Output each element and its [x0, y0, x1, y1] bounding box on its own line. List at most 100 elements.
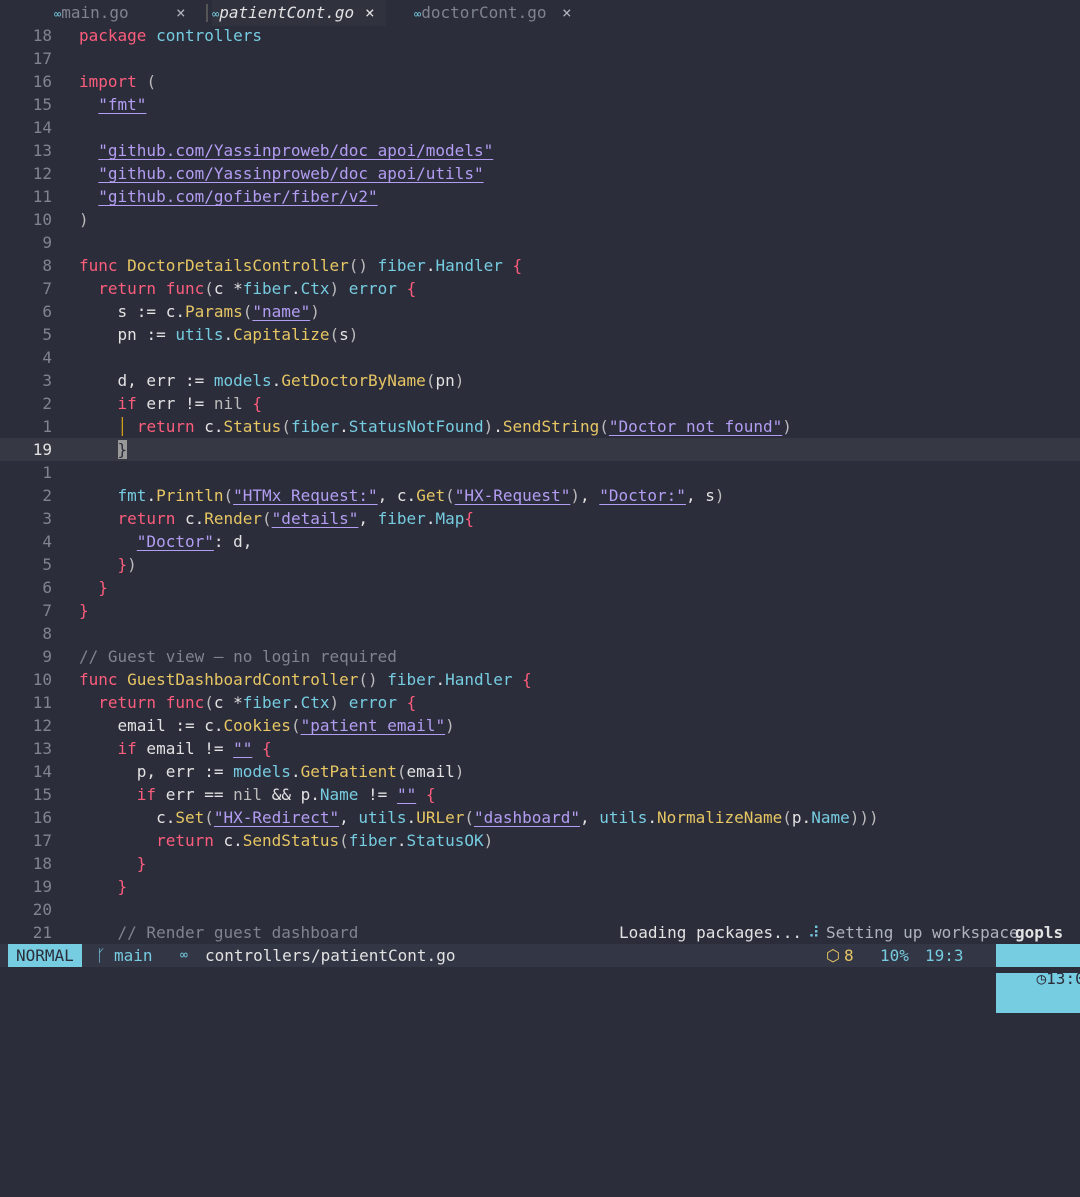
code-line: 4 "Doctor": d,	[0, 530, 1080, 553]
mode-indicator: NORMAL	[8, 944, 82, 967]
line-number: 8	[42, 624, 52, 643]
line-number: 15	[32, 95, 52, 114]
code-line: 5 pn := utils.Capitalize(s)	[0, 323, 1080, 346]
code-line: 11 "github.com/gofiber/fiber/v2"	[0, 185, 1080, 208]
code-line: 3 return c.Render("details", fiber.Map{	[0, 507, 1080, 530]
line-number: 6	[42, 302, 52, 321]
tab-separator	[206, 4, 208, 22]
line-number: 6	[42, 578, 52, 597]
line-number: 17	[32, 831, 52, 850]
line-number: 10	[32, 670, 52, 689]
line-number: 12	[32, 716, 52, 735]
code-text: package controllers	[79, 26, 263, 45]
line-number: 9	[42, 647, 52, 666]
lsp-server-name: gopls	[1015, 923, 1064, 942]
tab-label: doctorCont.go	[421, 3, 547, 22]
git-branch: main	[114, 946, 153, 965]
code-text: email := c.Cookies("patient_email")	[79, 716, 455, 735]
line-number: 20	[32, 900, 52, 919]
code-line: 5 })	[0, 553, 1080, 576]
code-editor[interactable]: 18 package controllers 17 16 import ( 15 "…	[0, 24, 1080, 944]
cursor-position: 19:3	[925, 946, 964, 965]
code-text: }	[117, 877, 128, 896]
line-number: 11	[32, 693, 52, 712]
code-line: 17	[0, 47, 1080, 70]
tabline: ∞main.go × ∞patientCont.go × ∞doctorCont…	[0, 0, 1080, 26]
code-text: // Guest view — no login required	[79, 647, 397, 666]
code-text: }	[79, 438, 128, 461]
code-line: 13 if email != "" {	[0, 737, 1080, 760]
diagnostics-count: 8	[844, 946, 854, 965]
line-number: 21	[32, 923, 52, 942]
code-line: 11 return func(c *fiber.Ctx) error {	[0, 691, 1080, 714]
code-text: )	[79, 210, 89, 229]
line-number: 1	[42, 463, 52, 482]
code-line: 16 import (	[0, 70, 1080, 93]
line-number: 17	[32, 49, 52, 68]
code-text: c.Set("HX-Redirect", utils.URLer("dashbo…	[79, 808, 879, 827]
tab-main-go[interactable]: ∞main.go ×	[54, 0, 194, 26]
command-line	[0, 967, 1080, 973]
tab-close-icon[interactable]: ×	[365, 0, 375, 26]
diagnostics-icon: ⬡	[826, 946, 840, 965]
code-text: p, err := models.GetPatient(email)	[79, 762, 465, 781]
tab-label: patientCont.go	[219, 3, 355, 22]
statusline: NORMAL ᚴ main ∞ controllers/patientCont.…	[0, 944, 1080, 1013]
lsp-loading-message: Loading packages...	[619, 923, 803, 942]
line-number: 10	[32, 210, 52, 229]
code-line: 17 return c.SendStatus(fiber.StatusOK)	[0, 829, 1080, 852]
code-text: s := c.Params("name")	[79, 302, 320, 321]
code-line: 12 "github.com/Yassinproweb/doc_apoi/uti…	[0, 162, 1080, 185]
tab-close-icon[interactable]: ×	[562, 0, 572, 26]
code-text: │ return c.Status(fiber.StatusNotFound).…	[117, 417, 792, 436]
git-branch-icon: ᚴ	[96, 946, 106, 965]
clock-section: ◷13:00	[996, 944, 1080, 1013]
line-number: 19	[32, 440, 52, 459]
lsp-setup-message: Setting up workspace	[826, 923, 1019, 942]
code-line: 6 s := c.Params("name")	[0, 300, 1080, 323]
code-line: 8 func DoctorDetailsController() fiber.Ha…	[0, 254, 1080, 277]
code-line: 15 "fmt"	[0, 93, 1080, 116]
code-text: if err == nil && p.Name != "" {	[136, 785, 436, 804]
code-text: fmt.Println("HTMx Request:", c.Get("HX-R…	[117, 486, 725, 505]
line-number: 3	[42, 371, 52, 390]
line-number: 3	[42, 509, 52, 528]
code-line: 9 // Guest view — no login required	[0, 645, 1080, 668]
code-line: 2 fmt.Println("HTMx Request:", c.Get("HX…	[0, 484, 1080, 507]
code-text: pn := utils.Capitalize(s)	[79, 325, 359, 344]
code-line: 13 "github.com/Yassinproweb/doc_apoi/mod…	[0, 139, 1080, 162]
file-path: controllers/patientCont.go	[205, 946, 456, 965]
code-text: import (	[79, 72, 157, 91]
line-number: 4	[42, 348, 52, 367]
line-number: 4	[42, 532, 52, 551]
code-text: if email != "" {	[117, 739, 272, 758]
code-line: 7 return func(c *fiber.Ctx) error {	[0, 277, 1080, 300]
tab-close-icon[interactable]: ×	[176, 0, 186, 26]
line-number: 2	[42, 486, 52, 505]
code-line: 16 c.Set("HX-Redirect", utils.URLer("das…	[0, 806, 1080, 829]
code-line: 3 d, err := models.GetDoctorByName(pn)	[0, 369, 1080, 392]
code-line: 19 }	[0, 875, 1080, 898]
current-line: 19 }	[0, 438, 1080, 461]
code-text: "github.com/gofiber/fiber/v2"	[98, 187, 378, 206]
code-line: 14	[0, 116, 1080, 139]
line-number: 11	[32, 187, 52, 206]
text-cursor: }	[117, 440, 128, 459]
code-text: return c.SendStatus(fiber.StatusOK)	[156, 831, 494, 850]
code-line: 18 package controllers	[0, 24, 1080, 47]
tab-doctorcont-go[interactable]: ∞doctorCont.go ×	[414, 0, 584, 26]
code-line: 18 }	[0, 852, 1080, 875]
line-number: 2	[42, 394, 52, 413]
code-line: 20	[0, 898, 1080, 921]
go-file-icon: ∞	[180, 948, 188, 963]
code-text: })	[117, 555, 137, 574]
code-line: 4	[0, 346, 1080, 369]
code-text: "github.com/Yassinproweb/doc_apoi/utils"	[98, 164, 484, 183]
line-number: 5	[42, 325, 52, 344]
line-number: 19	[32, 877, 52, 896]
tab-patientcont-go[interactable]: ∞patientCont.go ×	[212, 0, 386, 26]
code-line: 1	[0, 461, 1080, 484]
line-number: 12	[32, 164, 52, 183]
code-line: 9	[0, 231, 1080, 254]
code-text: return func(c *fiber.Ctx) error {	[98, 279, 417, 298]
